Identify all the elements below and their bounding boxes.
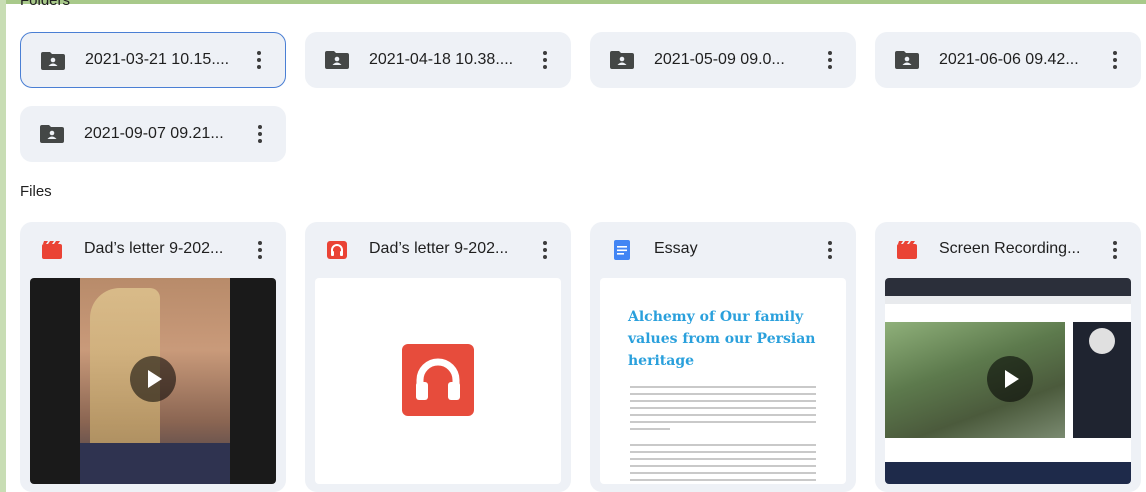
shared-folder-icon [325, 51, 349, 69]
folder-item[interactable]: 2021-04-18 10.38.... [305, 32, 571, 88]
video-file-icon [897, 241, 917, 259]
folder-item[interactable]: 2021-06-06 09.42... [875, 32, 1141, 88]
folder-name: 2021-04-18 10.38.... [369, 51, 514, 68]
video-thumbnail [30, 278, 276, 484]
files-section-label: Files [20, 183, 52, 200]
recorded-address-bar [885, 296, 1131, 304]
avatar [1089, 328, 1115, 354]
more-options-icon[interactable] [250, 238, 270, 262]
more-options-icon[interactable] [1105, 48, 1125, 72]
document-text-line [630, 428, 670, 430]
recorded-browser-toolbar [885, 278, 1131, 296]
shared-folder-icon [895, 51, 919, 69]
shared-folder-icon [41, 52, 65, 70]
play-icon[interactable] [130, 356, 176, 402]
screen-recording-thumbnail [885, 278, 1131, 484]
more-options-icon[interactable] [1105, 238, 1125, 262]
more-options-icon[interactable] [820, 238, 840, 262]
folder-name: 2021-03-21 10.15.... [85, 51, 230, 68]
document-text-line [630, 414, 816, 416]
more-options-icon[interactable] [535, 238, 555, 262]
file-card-header: Screen Recording... [875, 222, 1141, 278]
play-icon[interactable] [987, 356, 1033, 402]
window-top-border [0, 0, 1146, 4]
more-options-icon[interactable] [249, 48, 269, 72]
shared-folder-icon [40, 125, 64, 143]
document-preview-title: Alchemy of Our family values from our Pe… [628, 309, 816, 369]
file-card[interactable]: Essay Alchemy of Our family values from … [590, 222, 856, 492]
document-text-line [630, 393, 816, 395]
document-text-line [630, 465, 816, 467]
file-card-header: Dad’s letter 9-202... [20, 222, 286, 278]
document-thumbnail: Alchemy of Our family values from our Pe… [600, 278, 846, 484]
more-options-icon[interactable] [820, 48, 840, 72]
file-name: Dad’s letter 9-202... [369, 240, 509, 257]
folder-name: 2021-05-09 09.0... [654, 51, 785, 68]
audio-thumbnail [315, 278, 561, 484]
file-card[interactable]: Dad’s letter 9-202... [305, 222, 571, 492]
recorded-photo [885, 322, 1065, 438]
video-file-icon [42, 241, 62, 259]
document-text-line [630, 472, 816, 474]
document-text-line [630, 421, 816, 423]
document-text-line [630, 407, 816, 409]
audio-file-icon [327, 241, 347, 259]
shared-folder-icon [610, 51, 634, 69]
folder-item[interactable]: 2021-09-07 09.21... [20, 106, 286, 162]
window-left-border [0, 0, 6, 492]
document-text-line [630, 451, 816, 453]
file-name: Screen Recording... [939, 240, 1081, 257]
file-name: Essay [654, 240, 698, 257]
folder-name: 2021-09-07 09.21... [84, 125, 224, 142]
more-options-icon[interactable] [250, 122, 270, 146]
video-frame-shirt [80, 443, 230, 484]
document-text-line [630, 386, 816, 388]
headphones-icon [402, 344, 474, 416]
recorded-side-menu [1073, 322, 1131, 438]
file-card-header: Essay [590, 222, 856, 278]
file-name: Dad’s letter 9-202... [84, 240, 224, 257]
document-text-line [630, 444, 816, 446]
document-text-line [630, 458, 816, 460]
folder-name: 2021-06-06 09.42... [939, 51, 1079, 68]
file-card-header: Dad’s letter 9-202... [305, 222, 571, 278]
folder-item[interactable]: 2021-03-21 10.15.... [20, 32, 286, 88]
folders-section-label: Folders [20, 0, 71, 9]
file-card[interactable]: Screen Recording... [875, 222, 1141, 492]
recorded-taskbar [885, 462, 1131, 484]
document-text-line [630, 479, 816, 481]
folder-item[interactable]: 2021-05-09 09.0... [590, 32, 856, 88]
docs-file-icon [614, 240, 630, 260]
more-options-icon[interactable] [535, 48, 555, 72]
file-card[interactable]: Dad’s letter 9-202... [20, 222, 286, 492]
document-text-line [630, 400, 816, 402]
